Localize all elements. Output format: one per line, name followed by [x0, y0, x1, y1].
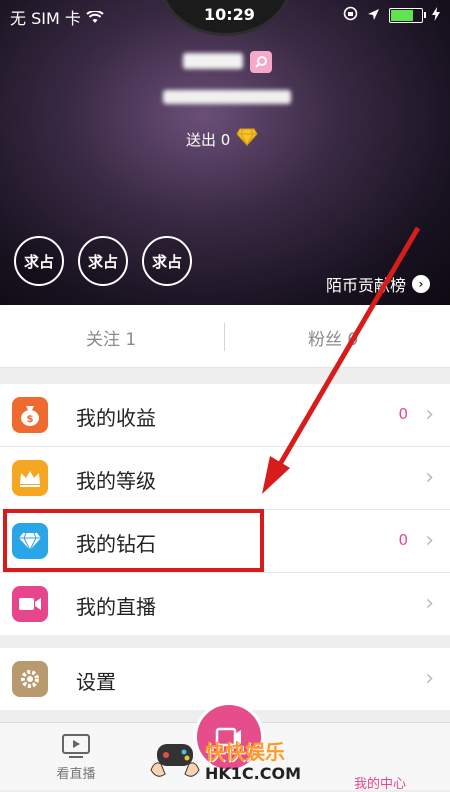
carrier-text: 无 SIM 卡: [10, 5, 104, 29]
tab-watch-live[interactable]: 看直播: [52, 733, 100, 782]
highlight-box: [3, 509, 264, 572]
crown-icon: [12, 460, 48, 496]
badge-3[interactable]: 求占: [142, 236, 192, 286]
status-bar: 无 SIM 卡 10:29: [0, 0, 450, 30]
gold-diamond-icon: [236, 128, 258, 150]
wifi-icon: [86, 9, 104, 28]
chevron-right-icon: ›: [425, 666, 434, 691]
location-icon: [367, 6, 380, 25]
contribution-rank-link[interactable]: 陌币贡献榜 ›: [326, 272, 430, 296]
user-name-blurred: [183, 53, 243, 69]
badge-1[interactable]: 求占: [14, 236, 64, 286]
status-icons: [343, 6, 440, 25]
money-bag-icon: $: [12, 397, 48, 433]
video-camera-icon: [12, 586, 48, 622]
menu-group-settings: 设置 ›: [0, 648, 450, 710]
menu-label: 设置: [76, 670, 116, 694]
chevron-right-icon: ›: [425, 402, 434, 427]
menu-label: 我的直播: [76, 595, 156, 619]
charging-icon: [432, 6, 440, 25]
menu-label: 我的等级: [76, 469, 156, 493]
fans-count[interactable]: 粉丝 0: [308, 325, 358, 350]
svg-text:$: $: [27, 414, 34, 425]
watermark: 快快娱乐 HK1C.COM: [147, 730, 337, 789]
chevron-right-icon: ›: [425, 528, 434, 553]
battery-icon: [389, 8, 426, 23]
chevron-right-icon: ›: [425, 465, 434, 490]
badge-2[interactable]: 求占: [78, 236, 128, 286]
income-count: 0: [398, 405, 408, 423]
rotation-lock-icon: [343, 6, 358, 25]
follow-stats: 关注 1 粉丝 0: [0, 305, 450, 368]
following-count[interactable]: 关注 1: [86, 325, 136, 350]
sent-count: 送出 0: [186, 128, 258, 150]
tv-icon: [62, 734, 90, 758]
divider: [224, 323, 225, 351]
chevron-right-icon: ›: [412, 275, 430, 293]
tab-my-center[interactable]: 我的中心: [354, 773, 406, 792]
gamepad-hand-logo: [150, 744, 200, 777]
menu-item-live[interactable]: 我的直播 ›: [0, 573, 450, 635]
clock: 10:29: [204, 5, 255, 24]
search-icon[interactable]: [250, 51, 272, 73]
profile-header: 无 SIM 卡 10:29 送出 0 求占 求占 求占 陌币贡献榜 ›: [0, 0, 450, 305]
user-id-blurred: [163, 90, 291, 104]
diamond-count: 0: [398, 531, 408, 549]
menu-item-level[interactable]: 我的等级 ›: [0, 447, 450, 510]
menu-item-income[interactable]: $ 我的收益 0 ›: [0, 384, 450, 447]
menu-item-settings[interactable]: 设置 ›: [0, 648, 450, 710]
menu-label: 我的收益: [76, 406, 156, 430]
chevron-right-icon: ›: [425, 591, 434, 616]
gear-icon: [12, 661, 48, 697]
badge-row: 求占 求占 求占: [14, 236, 192, 286]
